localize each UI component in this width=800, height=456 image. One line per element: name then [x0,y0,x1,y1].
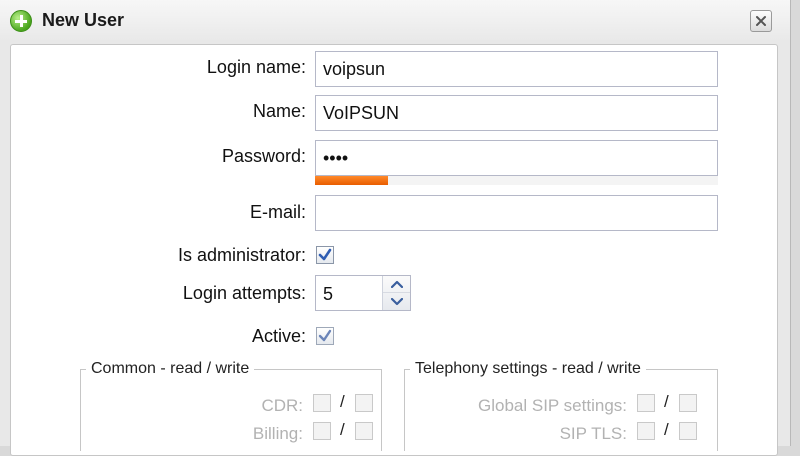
telephony-group-legend: Telephony settings - read / write [415,360,641,377]
billing-read-checkbox[interactable] [313,422,331,440]
is-administrator-checkbox[interactable] [316,246,334,264]
login-name-label: Login name: [206,57,306,77]
email-input[interactable] [315,195,718,231]
billing-separator: / [340,420,345,439]
is-administrator-label: Is administrator: [177,245,306,265]
add-user-icon [10,10,32,32]
password-label: Password: [221,146,306,166]
active-checkbox[interactable] [316,327,334,345]
name-input[interactable] [315,95,718,131]
global-sip-write-checkbox[interactable] [679,394,697,412]
login-attempts-value[interactable]: 5 [323,284,333,305]
sip-tls-read-checkbox[interactable] [637,422,655,440]
sip-tls-write-checkbox[interactable] [679,422,697,440]
cdr-write-checkbox[interactable] [355,394,373,412]
login-attempts-label: Login attempts: [182,283,306,303]
spinner-buttons [382,276,410,310]
cdr-separator: / [340,392,345,411]
active-label: Active: [251,326,306,346]
dialog-title: New User [42,10,125,30]
password-strength-meter [315,176,718,185]
login-name-input[interactable] [315,51,718,87]
new-user-dialog: New User Login name: Name: Password: E-m… [0,0,791,456]
sip-tls-label: SIP TLS: [559,424,627,443]
spinner-up-button[interactable] [383,276,410,293]
password-input[interactable] [315,140,718,176]
password-strength-fill [315,176,388,185]
sip-tls-separator: / [664,420,669,439]
spinner-down-button[interactable] [383,293,410,310]
name-label: Name: [252,101,306,121]
global-sip-settings-label: Global SIP settings: [478,396,627,415]
cdr-read-checkbox[interactable] [313,394,331,412]
close-icon [756,16,766,26]
chevron-up-icon [390,280,403,288]
chevron-down-icon [390,297,403,305]
common-group-legend: Common - read / write [91,360,250,377]
login-attempts-spinner[interactable]: 5 [315,275,411,311]
cdr-label: CDR: [261,396,303,415]
dialog-titlebar[interactable]: New User [0,0,790,40]
global-sip-read-checkbox[interactable] [637,394,655,412]
checkmark-icon [318,329,332,342]
email-label: E-mail: [249,202,306,222]
billing-write-checkbox[interactable] [355,422,373,440]
global-sip-separator: / [664,392,669,411]
close-button[interactable] [750,10,772,32]
billing-label: Billing: [252,424,303,443]
checkmark-icon [318,248,332,261]
